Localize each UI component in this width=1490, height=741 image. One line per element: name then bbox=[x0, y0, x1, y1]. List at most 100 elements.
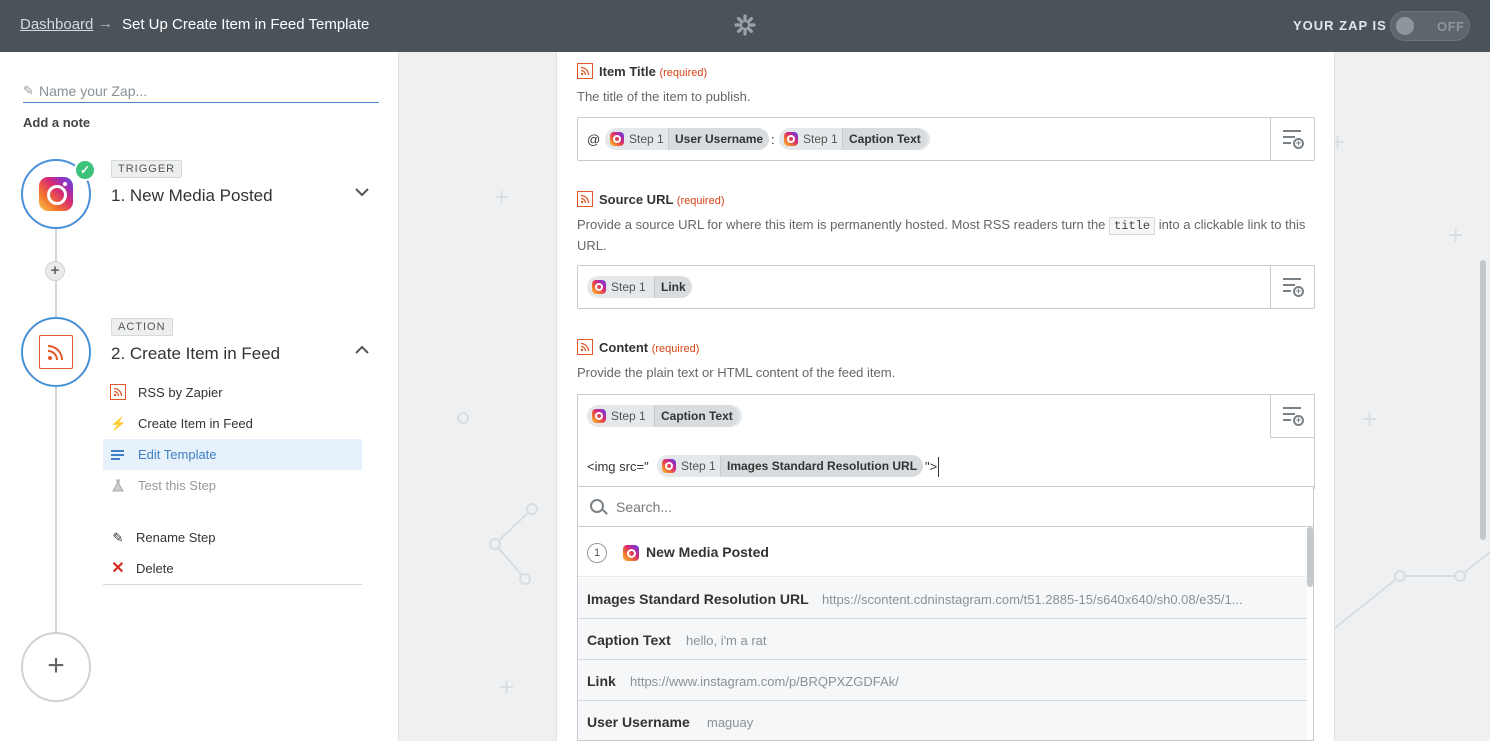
rss-icon bbox=[577, 191, 593, 207]
pill-field: User Username bbox=[668, 128, 770, 150]
zap-name-field: ✎ bbox=[23, 81, 379, 103]
field-search-input[interactable] bbox=[616, 497, 1216, 517]
zap-name-input[interactable] bbox=[39, 81, 369, 101]
delete-label: Delete bbox=[136, 561, 174, 576]
rss-icon bbox=[110, 384, 126, 400]
page-title: Set Up Create Item in Feed Template bbox=[122, 16, 370, 33]
action-tag: ACTION bbox=[111, 318, 173, 336]
step-group-header[interactable]: 1 New Media Posted bbox=[578, 527, 1307, 577]
flask-icon bbox=[112, 479, 124, 492]
rss-icon bbox=[39, 335, 73, 369]
field-pill[interactable]: Step 1 Caption Text bbox=[779, 128, 930, 150]
field-option-value: maguay bbox=[707, 715, 754, 730]
code-snippet: title bbox=[1109, 217, 1156, 235]
content-description: Provide the plain text or HTML content o… bbox=[577, 365, 896, 380]
field-pill[interactable]: Step 1 User Username bbox=[605, 128, 770, 150]
field-picker-dropdown: 1 New Media Posted Images Standard Resol… bbox=[577, 486, 1314, 741]
list-lines-icon bbox=[111, 450, 124, 460]
pill-step: Step 1 bbox=[611, 280, 646, 294]
add-step-button[interactable]: + bbox=[21, 632, 91, 702]
field-search bbox=[578, 487, 1313, 527]
rss-icon bbox=[577, 339, 593, 355]
item-title-input[interactable]: @ Step 1 User Username : Step 1 Caption … bbox=[577, 117, 1315, 161]
search-icon bbox=[590, 499, 604, 513]
field-option[interactable]: Images Standard Resolution URL https://s… bbox=[578, 578, 1307, 619]
zap-on-off-toggle[interactable]: OFF bbox=[1390, 11, 1470, 41]
text-prefix: @ bbox=[587, 132, 601, 147]
delete-step-button[interactable]: ✕ Delete bbox=[103, 553, 362, 584]
pill-field: Images Standard Resolution URL bbox=[720, 455, 924, 477]
decor-network-lines bbox=[489, 503, 538, 585]
sidebar-item-test-this-step[interactable]: Test this Step bbox=[103, 470, 362, 501]
chevron-up-icon[interactable] bbox=[354, 342, 370, 358]
action-step-icon[interactable] bbox=[21, 317, 91, 387]
dropdown-scrollbar[interactable] bbox=[1307, 527, 1313, 587]
pencil-icon: ✎ bbox=[23, 83, 34, 98]
action-step-title[interactable]: 2. Create Item in Feed bbox=[111, 344, 280, 364]
insert-field-button[interactable]: + bbox=[1270, 266, 1314, 308]
source-url-description: Provide a source URL for where this item… bbox=[577, 215, 1317, 256]
text-html-suffix: "> bbox=[925, 459, 938, 474]
required-marker: (required) bbox=[659, 67, 708, 79]
toggle-knob bbox=[1396, 17, 1414, 35]
pill-field: Caption Text bbox=[654, 405, 739, 427]
plus-circle-icon: + bbox=[1293, 286, 1304, 297]
content-line-2: <img src=" Step 1 Images Standard Resolu… bbox=[578, 439, 1270, 489]
decor-plus-icon: + bbox=[499, 672, 515, 702]
pill-field: Caption Text bbox=[842, 128, 927, 150]
field-label-text: Source URL bbox=[599, 192, 674, 207]
field-option-value: hello, i'm a rat bbox=[686, 633, 767, 648]
pill-step: Step 1 bbox=[803, 132, 838, 146]
trigger-tag: TRIGGER bbox=[111, 160, 183, 178]
chevron-down-icon[interactable] bbox=[354, 184, 370, 200]
field-option-key: Caption Text bbox=[587, 632, 671, 648]
instagram-icon bbox=[784, 132, 798, 146]
sidebar-item-edit-template[interactable]: Edit Template bbox=[103, 439, 362, 470]
insert-field-button[interactable]: + bbox=[1270, 118, 1314, 160]
field-label-text: Content bbox=[599, 340, 649, 355]
instagram-icon bbox=[623, 545, 639, 561]
plus-circle-icon: + bbox=[1293, 415, 1304, 426]
sidebar-item-label: Create Item in Feed bbox=[138, 416, 253, 431]
add-note-link[interactable]: Add a note bbox=[23, 115, 90, 130]
text-separator: : bbox=[771, 132, 775, 147]
content-input[interactable]: Step 1 Caption Text + <img src=" Step 1 … bbox=[577, 394, 1315, 489]
instagram-icon bbox=[592, 409, 606, 423]
field-option[interactable]: Link https://www.instagram.com/p/BRQPXZG… bbox=[578, 660, 1307, 701]
instagram-icon bbox=[610, 132, 624, 146]
pencil-icon: ✎ bbox=[112, 530, 124, 545]
breadcrumb-dashboard-link[interactable]: Dashboard bbox=[20, 16, 93, 33]
step-group-title: New Media Posted bbox=[646, 544, 769, 560]
content-label: Content (required) bbox=[599, 340, 699, 355]
field-option[interactable]: Caption Text hello, i'm a rat bbox=[578, 619, 1307, 660]
sidebar-item-rss-by-zapier[interactable]: RSS by Zapier bbox=[103, 377, 362, 408]
item-title-description: The title of the item to publish. bbox=[577, 89, 751, 104]
lightning-bolt-icon: ⚡ bbox=[110, 416, 127, 431]
zapier-logo-icon[interactable] bbox=[734, 14, 756, 36]
sidebar-item-label: Edit Template bbox=[138, 447, 217, 462]
field-pill[interactable]: Step 1 Link bbox=[587, 276, 692, 298]
source-url-label: Source URL (required) bbox=[599, 192, 724, 207]
insert-step-button[interactable]: + bbox=[45, 261, 65, 281]
field-option-key: Link bbox=[587, 673, 616, 689]
required-marker: (required) bbox=[651, 343, 700, 355]
step-connector-line bbox=[55, 227, 57, 637]
field-option-value: https://www.instagram.com/p/BRQPXZGDFAk/ bbox=[630, 674, 899, 689]
decor-circle bbox=[457, 412, 469, 424]
insert-field-button[interactable]: + bbox=[1270, 395, 1314, 438]
field-option[interactable]: User Username maguay bbox=[578, 701, 1307, 740]
pill-step: Step 1 bbox=[629, 132, 664, 146]
field-pill[interactable]: Step 1 Images Standard Resolution URL bbox=[657, 455, 924, 477]
page-scrollbar[interactable] bbox=[1480, 260, 1486, 540]
pill-step: Step 1 bbox=[681, 459, 716, 473]
check-icon: ✓ bbox=[74, 159, 96, 181]
source-url-input[interactable]: Step 1 Link + bbox=[577, 265, 1315, 309]
sidebar: ✎ Add a note ✓ TRIGGER 1. New Media Post… bbox=[0, 52, 399, 741]
sidebar-item-create-item-in-feed[interactable]: ⚡ Create Item in Feed bbox=[103, 408, 362, 439]
pill-step: Step 1 bbox=[611, 409, 646, 423]
trigger-step-title[interactable]: 1. New Media Posted bbox=[111, 186, 273, 206]
description-text: Provide a source URL for where this item… bbox=[577, 217, 1106, 232]
rename-step-button[interactable]: ✎ Rename Step bbox=[103, 522, 362, 553]
field-pill[interactable]: Step 1 Caption Text bbox=[587, 405, 742, 427]
text-html-prefix: <img src=" bbox=[587, 459, 649, 474]
